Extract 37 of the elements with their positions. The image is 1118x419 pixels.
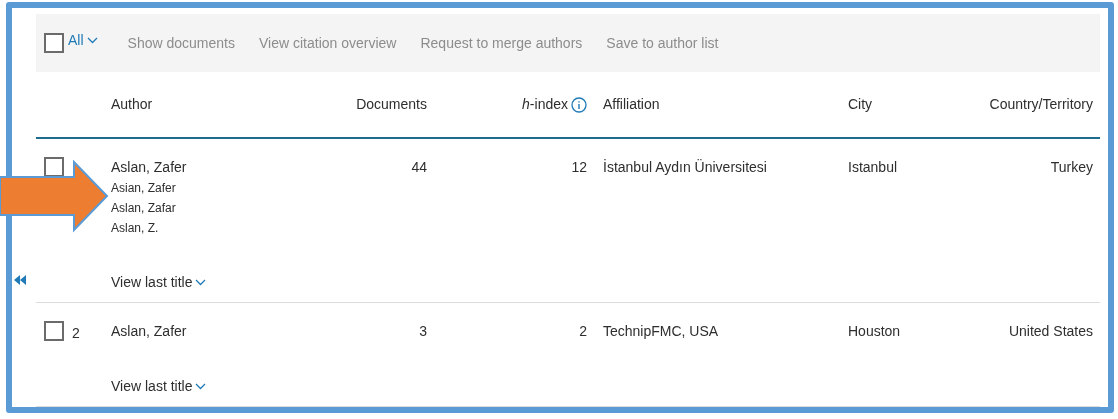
collapse-sidebar-icon[interactable] (14, 275, 26, 285)
author-name[interactable]: Aslan, Zafer (111, 157, 311, 178)
row-number: 2 (72, 324, 80, 343)
name-variant: Aslan, Zafar (111, 200, 177, 217)
name-variant: Asian, Zafer (111, 180, 177, 197)
h-index-value: 12 (571, 158, 587, 177)
column-header: Country/Territory (989, 95, 1093, 114)
column-header: Affiliation (603, 95, 660, 114)
toolbar-action[interactable]: View citation overview (258, 32, 397, 54)
select-all-dropdown[interactable]: All (68, 29, 98, 51)
name-variant: Aslan, Z. (111, 220, 160, 237)
h-index-value: 2 (579, 322, 587, 341)
view-last-title-link[interactable]: View last title (111, 272, 207, 293)
city: Istanbul (848, 158, 898, 177)
country: Turkey (1050, 158, 1093, 177)
affiliation: TechnipFMC, USA (603, 322, 719, 341)
city: Houston (848, 322, 901, 341)
chevron-down-icon (86, 36, 98, 44)
checkbox[interactable] (44, 321, 64, 341)
documents-count: 3 (419, 322, 427, 341)
column-header: City (848, 95, 873, 114)
column-header: h-index (522, 95, 568, 114)
toolbar-action[interactable]: Save to author list (606, 32, 719, 54)
chevron-down-icon (195, 383, 207, 390)
column-header: Documents (356, 95, 427, 114)
country: United States (1008, 322, 1093, 341)
view-last-title-link[interactable]: View last title (111, 376, 207, 397)
checkbox[interactable] (44, 157, 64, 177)
toolbar-action[interactable]: Show documents (127, 32, 235, 54)
info-icon[interactable] (571, 96, 587, 113)
toolbar-action[interactable]: Request to merge authors (420, 32, 583, 54)
documents-count: 44 (411, 158, 427, 177)
author-name[interactable]: Aslan, Zafer (111, 321, 311, 342)
affiliation: İstanbul Aydın Üniversitesi (603, 158, 767, 177)
column-header: Author (111, 95, 153, 114)
checkbox[interactable] (44, 33, 64, 53)
chevron-down-icon (195, 279, 207, 286)
